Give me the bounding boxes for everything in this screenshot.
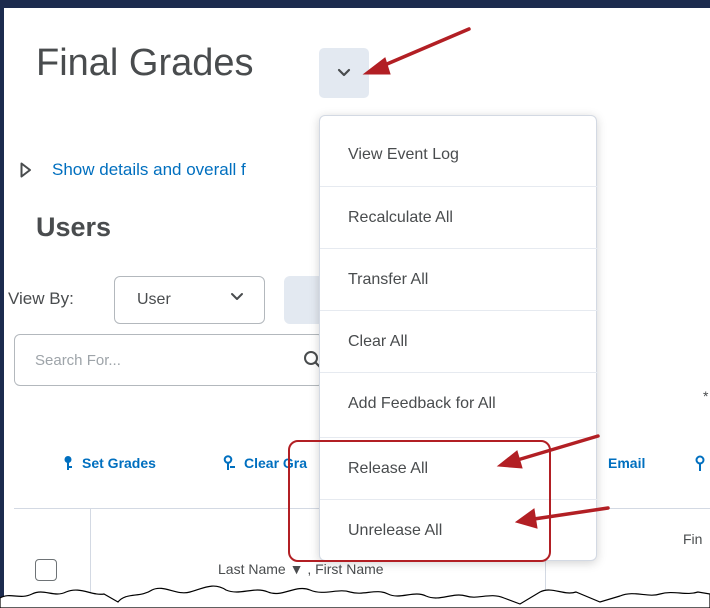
key-off-icon (223, 455, 235, 470)
menu-item-add-feedback-for-all[interactable]: Add Feedback for All (320, 372, 598, 434)
key-icon (64, 456, 72, 470)
annotation-arrow-title (362, 27, 471, 75)
view-by-value: User (137, 291, 171, 308)
view-by-select[interactable]: User (114, 276, 265, 324)
last-name-column-header[interactable]: Last Name ▼ , First Name (218, 561, 384, 577)
page-title: Final Grades (36, 42, 254, 84)
users-heading: Users (36, 212, 112, 242)
triangle-right-icon (20, 162, 31, 178)
menu-item-clear-all[interactable]: Clear All (320, 310, 598, 372)
window-frame-left (0, 0, 4, 608)
search-placeholder: Search For... (35, 351, 121, 369)
annotation-highlight-box (288, 440, 551, 562)
apply-button[interactable] (284, 276, 324, 324)
window-frame-top (0, 0, 710, 8)
menu-item-recalculate-all[interactable]: Recalculate All (320, 186, 598, 248)
menu-item-view-event-log[interactable]: View Event Log (320, 124, 598, 186)
email-button[interactable]: Email (608, 455, 645, 471)
final-grade-column-header: Fin (683, 531, 703, 547)
set-grades-label: Set Grades (82, 455, 156, 471)
menu-item-transfer-all[interactable]: Transfer All (320, 248, 598, 310)
show-details-link[interactable]: Show details and overall f (52, 160, 246, 180)
view-by-label: View By: (8, 289, 74, 308)
key-icon[interactable] (694, 455, 708, 473)
set-grades-button[interactable]: Set Grades (62, 455, 156, 471)
right-asterisk: * (703, 388, 709, 404)
email-label: Email (608, 455, 646, 471)
torn-paper-edge (0, 585, 710, 608)
select-all-checkbox[interactable] (35, 559, 57, 581)
chevron-down-icon (231, 293, 243, 300)
title-dropdown-button[interactable] (319, 48, 369, 98)
show-details-toggle[interactable]: Show details and overall f (20, 160, 246, 180)
search-input[interactable]: Search For... (14, 334, 324, 386)
chevron-down-icon (337, 68, 351, 77)
